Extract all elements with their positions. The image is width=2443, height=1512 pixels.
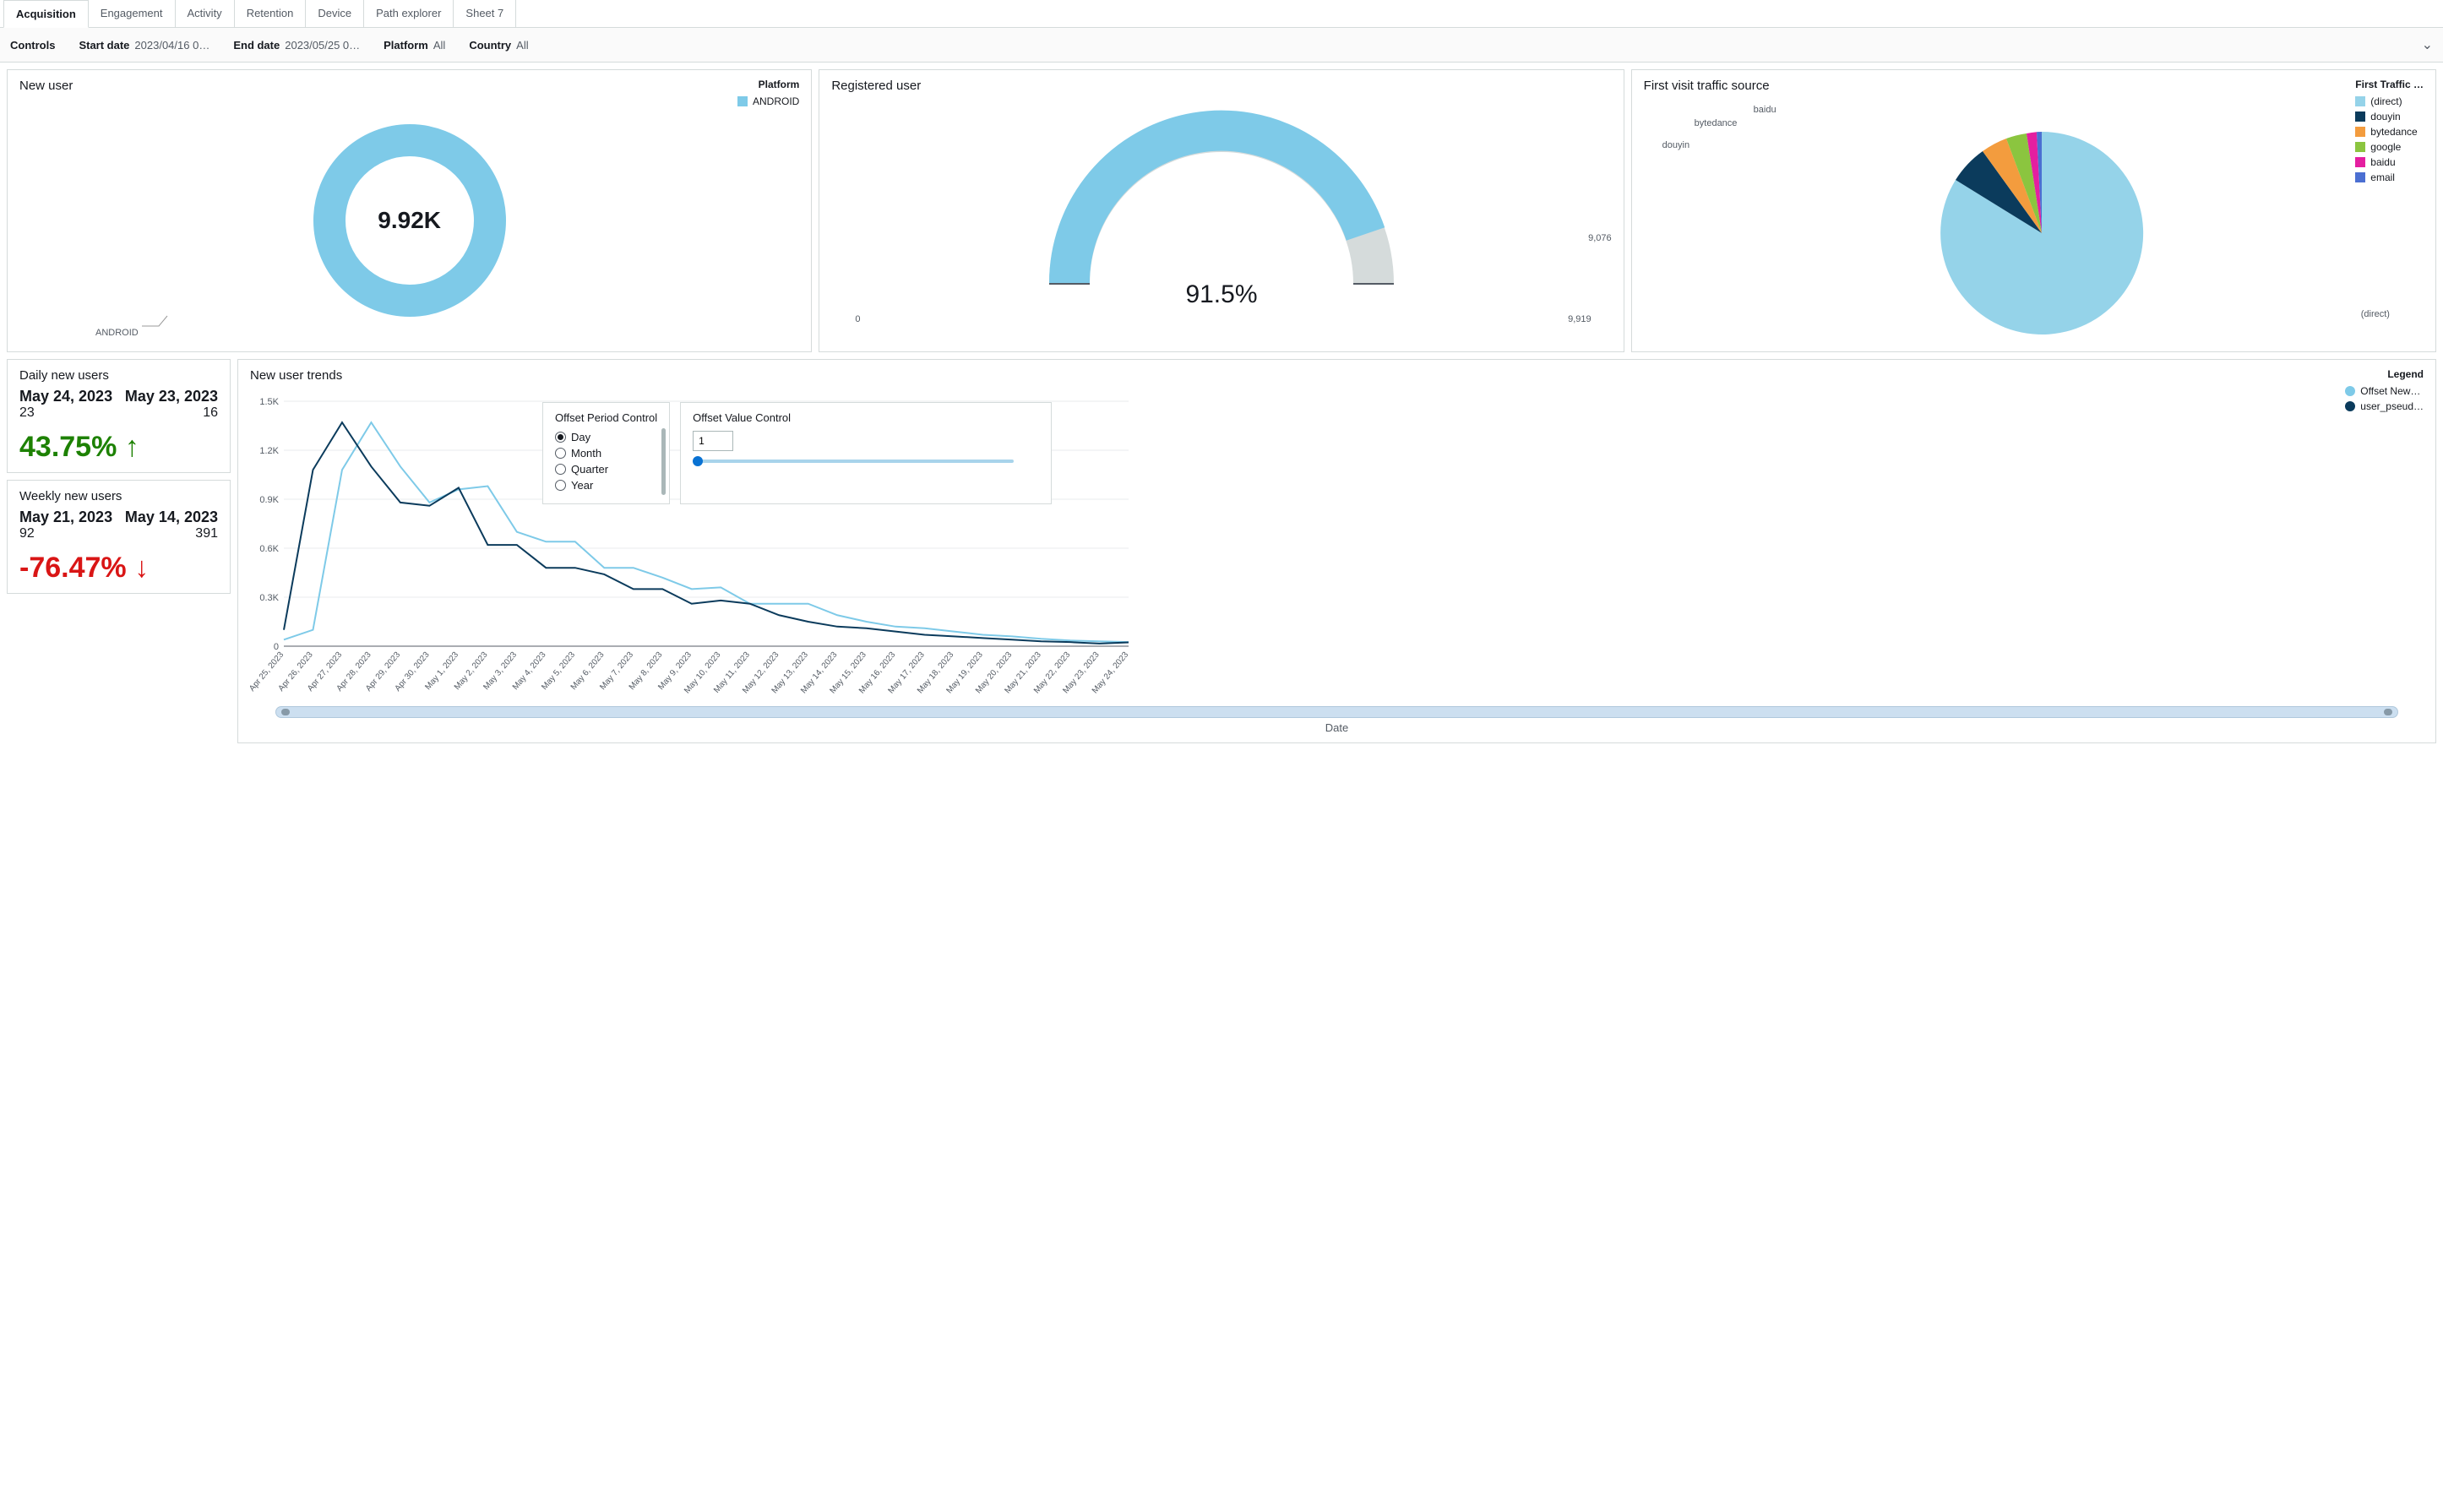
donut-center-value: 9.92K: [378, 207, 441, 234]
radio-quarter[interactable]: Quarter: [555, 463, 657, 476]
chevron-down-icon[interactable]: ⌄: [2422, 36, 2433, 53]
card-traffic-source: First visit traffic source First Traffic…: [1631, 69, 2436, 352]
offset-period-control: Offset Period Control Day Month Quarter …: [542, 402, 670, 504]
radio-icon: [555, 480, 566, 491]
kpi-val-prev: 391: [125, 526, 218, 541]
tab-sheet7[interactable]: Sheet 7: [454, 0, 516, 27]
svg-text:0.9K: 0.9K: [259, 495, 279, 505]
legend-title: Legend: [2345, 368, 2424, 380]
kpi-change-pct: -76.47% ↓: [19, 552, 218, 585]
tab-engagement[interactable]: Engagement: [89, 0, 176, 27]
tab-retention[interactable]: Retention: [235, 0, 307, 27]
card-title: New user: [19, 79, 799, 93]
kpi-val-current: 92: [19, 526, 112, 541]
legend-title: Platform: [737, 79, 799, 90]
card-new-user: New user Platform ANDROID 9.92K ANDROID: [7, 69, 812, 352]
card-registered-user: Registered user 91.5% 0 9,919 9,076: [819, 69, 1624, 352]
control-header: Offset Value Control: [693, 411, 1039, 424]
filter-end-date[interactable]: End date2023/05/25 0…: [233, 39, 360, 52]
card-daily-new-users: Daily new users May 24, 202323 May 23, 2…: [7, 359, 231, 473]
card-title: Registered user: [831, 79, 1611, 93]
kpi-date-current: May 24, 2023: [19, 388, 112, 405]
card-title: Weekly new users: [19, 489, 218, 503]
kpi-change-pct: 43.75% ↑: [19, 431, 218, 464]
tab-acquisition[interactable]: Acquisition: [3, 0, 89, 28]
legend-item-offset[interactable]: Offset New…: [2345, 385, 2424, 397]
card-weekly-new-users: Weekly new users May 21, 202392 May 14, …: [7, 480, 231, 594]
callout-baidu: baidu: [1754, 105, 1776, 115]
gauge-current: 9,076: [1588, 233, 1612, 243]
offset-slider[interactable]: [693, 460, 1014, 463]
radio-month[interactable]: Month: [555, 447, 657, 460]
radio-icon: [555, 448, 566, 459]
gauge-max: 9,919: [1568, 314, 1591, 324]
svg-text:0.6K: 0.6K: [259, 544, 279, 554]
kpi-date-prev: May 23, 2023: [125, 388, 218, 405]
controls-label: Controls: [10, 39, 55, 52]
kpi-val-prev: 16: [125, 405, 218, 421]
svg-text:1.2K: 1.2K: [259, 446, 279, 456]
card-new-user-trends: New user trends Legend Offset New… user_…: [237, 359, 2436, 743]
kpi-val-current: 23: [19, 405, 112, 421]
offset-value-control: Offset Value Control: [680, 402, 1052, 504]
svg-text:0.3K: 0.3K: [259, 593, 279, 603]
legend-title: First Traffic …: [2355, 79, 2424, 90]
kpi-date-current: May 21, 2023: [19, 509, 112, 526]
donut-slice-label: ANDROID: [95, 328, 139, 338]
scrollbar-horizontal[interactable]: [275, 706, 2398, 718]
gauge-percent: 91.5%: [1185, 280, 1257, 309]
offset-value-input[interactable]: [693, 431, 733, 451]
filter-country[interactable]: CountryAll: [469, 39, 528, 52]
card-title: New user trends: [250, 368, 2424, 383]
controls-bar: Controls Start date2023/04/16 0… End dat…: [0, 28, 2443, 63]
filter-start-date[interactable]: Start date2023/04/16 0…: [79, 39, 209, 52]
callout-douyin: douyin: [1662, 140, 1689, 150]
tab-activity[interactable]: Activity: [176, 0, 235, 27]
radio-icon: [555, 432, 566, 443]
tab-path-explorer[interactable]: Path explorer: [364, 0, 454, 27]
radio-icon: [555, 464, 566, 475]
kpi-date-prev: May 14, 2023: [125, 509, 218, 526]
card-title: First visit traffic source: [1644, 79, 2424, 93]
x-axis-title: Date: [250, 721, 2424, 734]
legend-item-user[interactable]: user_pseud…: [2345, 400, 2424, 412]
tab-device[interactable]: Device: [306, 0, 364, 27]
gauge-min: 0: [855, 314, 860, 324]
callout-bytedance: bytedance: [1695, 118, 1738, 128]
filter-platform[interactable]: PlatformAll: [384, 39, 445, 52]
tabs-bar: Acquisition Engagement Activity Retentio…: [0, 0, 2443, 28]
radio-day[interactable]: Day: [555, 431, 657, 443]
pie-chart: [1898, 98, 2168, 343]
scrollbar-vertical[interactable]: [661, 428, 666, 495]
control-header: Offset Period Control: [555, 411, 657, 424]
svg-text:1.5K: 1.5K: [259, 397, 279, 407]
radio-year[interactable]: Year: [555, 479, 657, 492]
callout-direct: (direct): [2361, 309, 2390, 319]
card-title: Daily new users: [19, 368, 218, 383]
